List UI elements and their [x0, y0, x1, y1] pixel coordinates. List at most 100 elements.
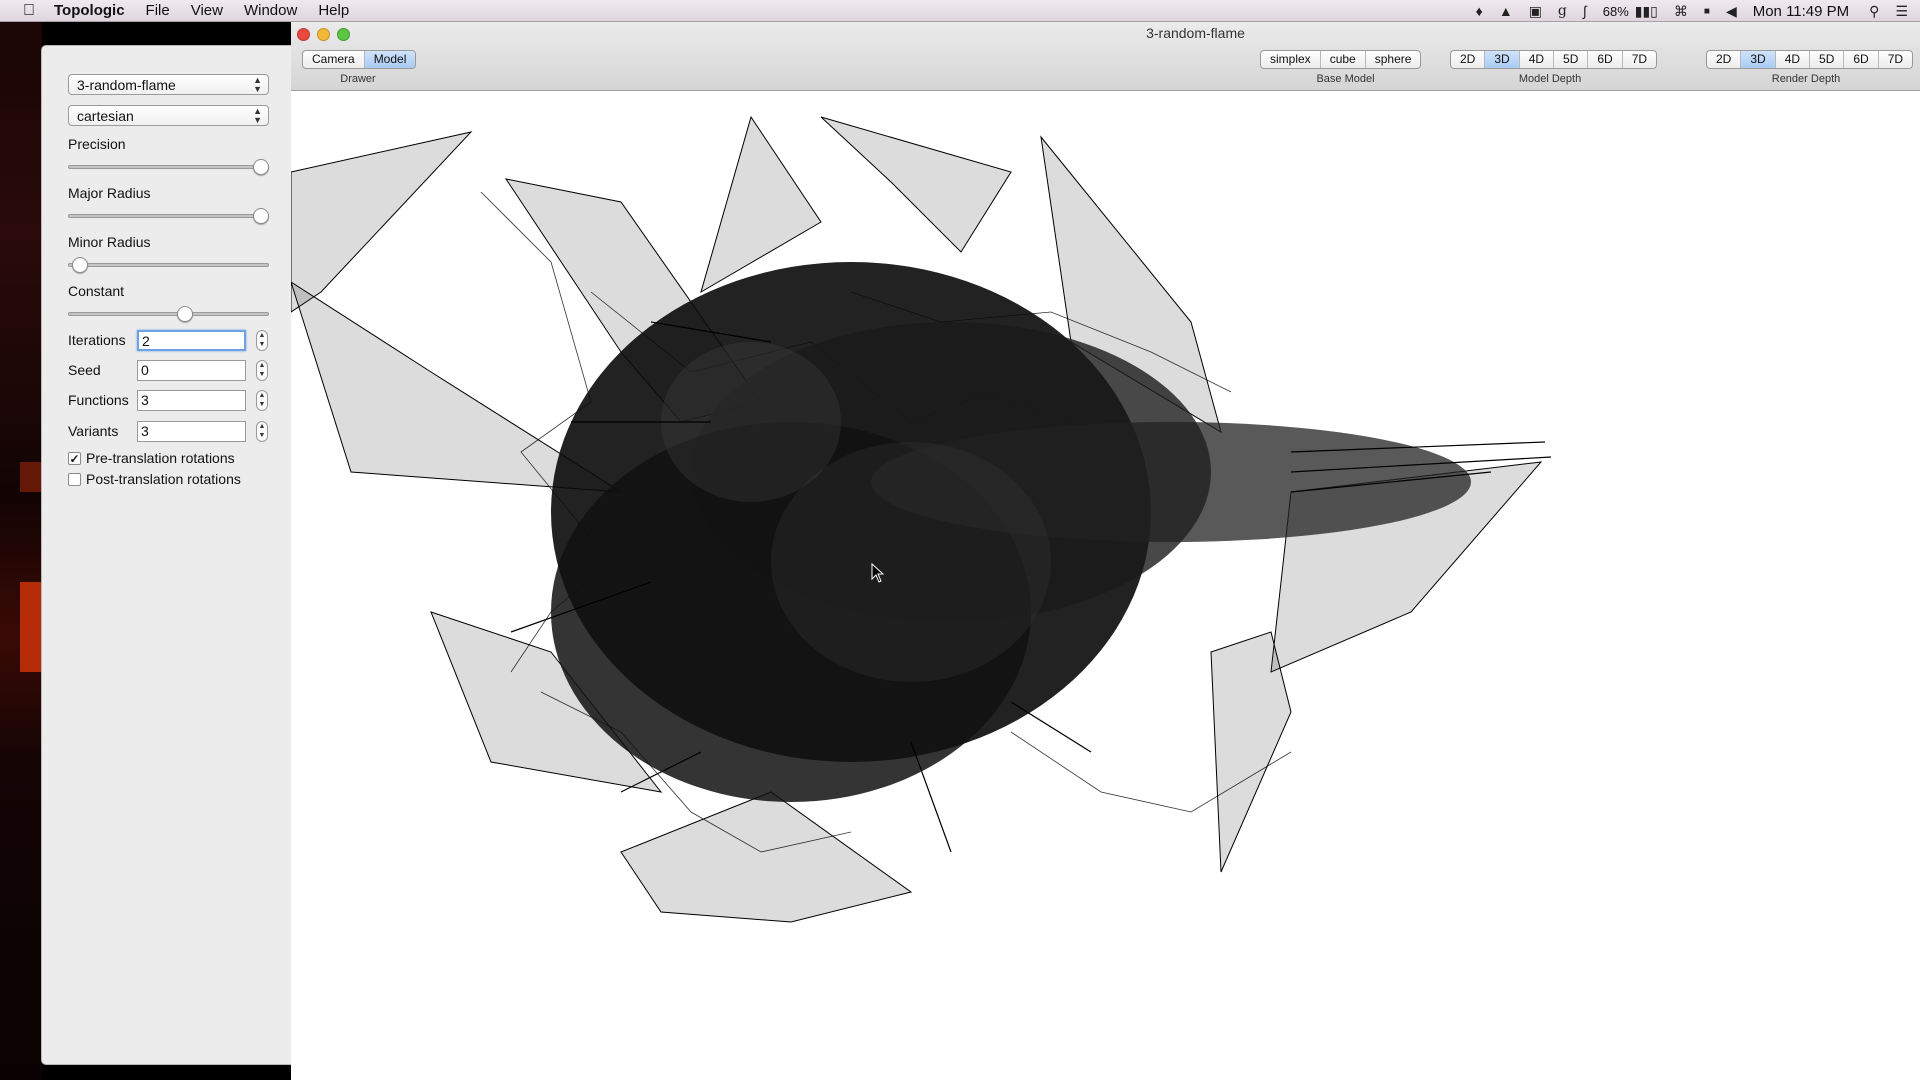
dense-core-mass [551, 262, 1471, 802]
wireframe-facet [820, 116, 1012, 253]
render-canvas[interactable] [291, 92, 1920, 1080]
menu-file[interactable]: File [146, 2, 170, 19]
window-title: 3-random-flame [1146, 25, 1245, 41]
model-depth-4d-button[interactable]: 4D [1520, 51, 1555, 68]
notification-icon[interactable]: ♦ [1476, 3, 1483, 19]
variants-field[interactable]: 3 [137, 421, 246, 442]
notification-center-icon[interactable]: ☰ [1895, 3, 1908, 20]
briefcase-icon[interactable]: ▣ [1529, 3, 1542, 20]
drawer-segmented-control: Camera Model [302, 50, 417, 69]
slider-knob[interactable] [253, 159, 269, 175]
desktop-light-decoration [20, 462, 42, 492]
desktop-light-decoration [20, 582, 42, 672]
pre-translation-checkbox[interactable]: ✓ [68, 451, 81, 465]
model-depth-2d-button[interactable]: 2D [1451, 51, 1486, 68]
menu-view[interactable]: View [191, 2, 223, 19]
clock[interactable]: Mon 11:49 PM [1753, 3, 1849, 20]
major-radius-label: Major Radius [68, 185, 151, 201]
volume-icon[interactable]: ◀ [1726, 3, 1737, 20]
wireframe-facet [620, 791, 913, 923]
menu-app-name[interactable]: Topologic [54, 2, 125, 19]
wireframe-facet [291, 131, 473, 313]
post-translation-rotations-row[interactable]: Post-translation rotations [68, 471, 241, 487]
menu-window[interactable]: Window [244, 2, 297, 19]
iterations-label: Iterations [68, 332, 126, 348]
minor-radius-label: Minor Radius [68, 234, 151, 250]
model-depth-3d-button[interactable]: 3D [1485, 51, 1520, 68]
slider-track [68, 263, 269, 267]
menu-help[interactable]: Help [318, 2, 349, 19]
menu-bar:  Topologic File View Window Help ♦ ▲ ▣ … [0, 0, 1920, 22]
apple-menu-icon[interactable]:  [18, 2, 40, 20]
constant-label: Constant [68, 283, 125, 299]
pre-translation-rotations-row[interactable]: ✓ Pre-translation rotations [68, 450, 235, 466]
minor-radius-slider[interactable] [68, 257, 269, 273]
precision-slider[interactable] [68, 159, 269, 175]
model-select[interactable]: 3-random-flame ▲ ▼ [68, 74, 269, 95]
pre-translation-label: Pre-translation rotations [86, 450, 235, 466]
seed-stepper[interactable]: ▲ ▼ [256, 360, 268, 381]
select-arrows-icon: ▲ ▼ [253, 75, 262, 94]
base-model-sphere-button[interactable]: sphere [1366, 51, 1421, 68]
iterations-stepper[interactable]: ▲ ▼ [256, 330, 268, 351]
render-depth-label: Render Depth [1771, 73, 1841, 85]
desktop-background [0, 22, 42, 1080]
slider-track [68, 312, 269, 316]
render-depth-2d-button[interactable]: 2D [1707, 51, 1742, 68]
model-depth-6d-button[interactable]: 6D [1588, 51, 1623, 68]
controls-panel: 3-random-flame ▲ ▼ cartesian ▲ ▼ Precision… [41, 45, 291, 1065]
render-depth-segmented-control: 2D 3D 4D 5D 6D 7D [1706, 50, 1914, 69]
iterations-field[interactable]: 2 [137, 330, 246, 351]
fractal-flame-render [291, 115, 1552, 923]
model-depth-7d-button[interactable]: 7D [1623, 51, 1656, 68]
base-model-label: Base Model [1316, 73, 1375, 85]
constant-slider[interactable] [68, 306, 269, 322]
seed-field[interactable]: 0 [137, 360, 246, 381]
model-depth-5d-button[interactable]: 5D [1554, 51, 1589, 68]
bluetooth-icon[interactable]: ∫ [1583, 3, 1587, 19]
select-arrows-icon: ▲ ▼ [253, 106, 262, 125]
slider-knob[interactable] [253, 208, 269, 224]
wifi-icon[interactable]: ⌘ [1674, 3, 1688, 20]
slider-knob[interactable] [177, 306, 193, 322]
base-model-simplex-button[interactable]: simplex [1261, 51, 1321, 68]
base-model-cube-button[interactable]: cube [1321, 51, 1366, 68]
battery-icon[interactable]: ▮▮▯ [1635, 3, 1658, 20]
precision-label: Precision [68, 136, 126, 152]
render-depth-3d-button[interactable]: 3D [1741, 51, 1776, 68]
render-depth-4d-button[interactable]: 4D [1776, 51, 1811, 68]
drawer-label: Drawer [340, 73, 376, 85]
render-depth-5d-button[interactable]: 5D [1810, 51, 1845, 68]
functions-label: Functions [68, 392, 129, 408]
google-drive-icon[interactable]: ▲ [1499, 3, 1513, 19]
slider-knob[interactable] [72, 257, 88, 273]
slider-track [68, 214, 269, 218]
post-translation-label: Post-translation rotations [86, 471, 241, 487]
variants-label: Variants [68, 423, 119, 439]
drawer-camera-button[interactable]: Camera [303, 51, 365, 68]
flag-icon[interactable]: ■ [1704, 6, 1710, 17]
google-icon[interactable]: g [1558, 3, 1567, 19]
mouse-pointer-icon [871, 563, 885, 583]
render-depth-7d-button[interactable]: 7D [1879, 51, 1912, 68]
variants-stepper[interactable]: ▲ ▼ [256, 421, 268, 442]
render-depth-6d-button[interactable]: 6D [1844, 51, 1879, 68]
model-depth-label: Model Depth [1518, 73, 1582, 85]
coordinate-select[interactable]: cartesian ▲ ▼ [68, 105, 269, 126]
coordinate-select-value: cartesian [77, 108, 134, 124]
major-radius-slider[interactable] [68, 208, 269, 224]
model-select-value: 3-random-flame [77, 77, 176, 93]
seed-label: Seed [68, 362, 101, 378]
battery-percent: 68% [1602, 3, 1629, 19]
spotlight-icon[interactable]: ⚲ [1869, 3, 1879, 20]
model-depth-segmented-control: 2D 3D 4D 5D 6D 7D [1450, 50, 1658, 69]
slider-track [68, 165, 269, 169]
post-translation-checkbox[interactable] [68, 472, 81, 486]
drawer-model-button[interactable]: Model [364, 51, 416, 68]
main-window: 3-random-flame Camera Model Drawer simpl… [291, 22, 1920, 1080]
base-model-segmented-control: simplex cube sphere [1260, 50, 1422, 69]
window-toolbar: 3-random-flame Camera Model Drawer simpl… [291, 22, 1920, 91]
functions-stepper[interactable]: ▲ ▼ [256, 390, 268, 411]
functions-field[interactable]: 3 [137, 390, 246, 411]
wireframe-facet [1210, 631, 1292, 873]
